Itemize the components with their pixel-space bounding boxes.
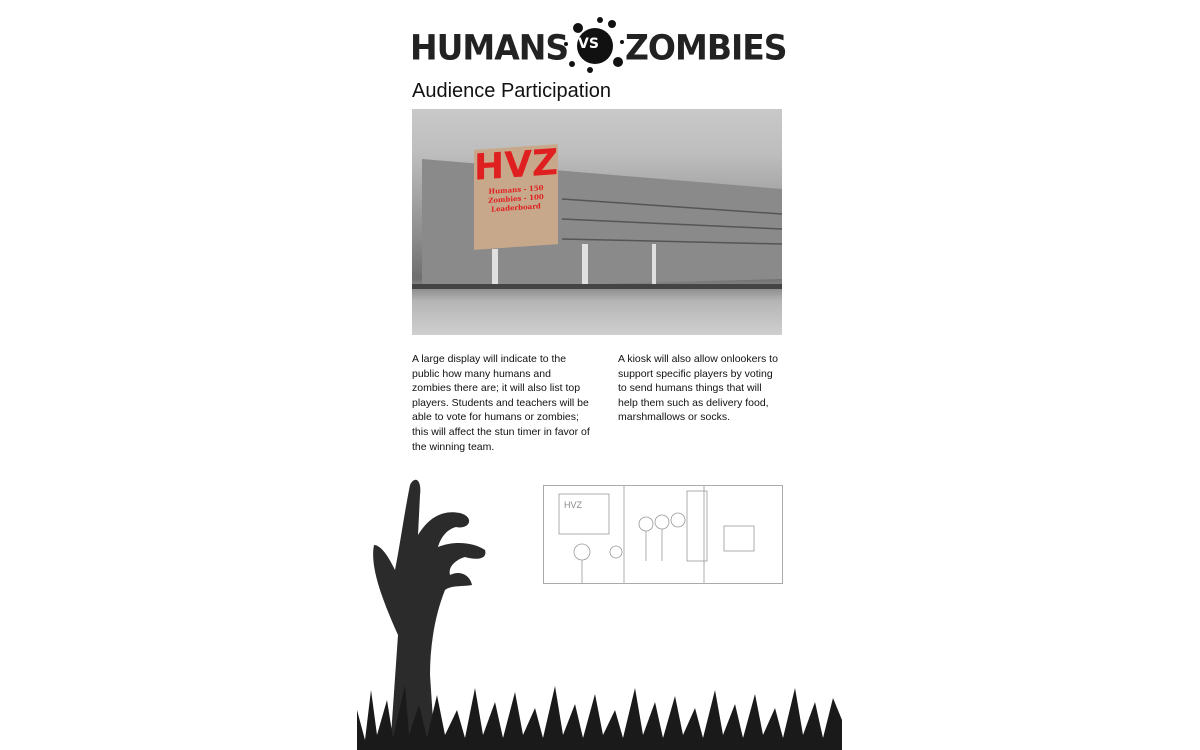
- scoreboard-display: HVZ Humans - 150 Zombies - 100 Leaderboa…: [474, 142, 559, 250]
- humans-vs-zombies-logo: HUMANS VS ZOMBIES: [410, 17, 788, 73]
- sketch-label: HVZ: [564, 500, 583, 510]
- sketch-drawing: HVZ: [558, 486, 755, 583]
- building-photo: HVZ Humans - 150 Zombies - 100 Leaderboa…: [412, 109, 782, 335]
- building-illustration: [412, 159, 782, 289]
- logo-zombies: ZOMBIES: [625, 27, 788, 68]
- logo-humans: HUMANS: [410, 27, 569, 68]
- concept-sketch: HVZ: [543, 485, 783, 584]
- logo-vs: VS: [578, 36, 599, 52]
- section-heading: Audience Participation: [412, 80, 612, 102]
- grass-silhouette: [357, 685, 842, 750]
- sign-title: HVZ: [474, 142, 559, 189]
- description-left: A large display will indicate to the pub…: [412, 353, 590, 453]
- description-right: A kiosk will also allow onlookers to sup…: [618, 353, 778, 424]
